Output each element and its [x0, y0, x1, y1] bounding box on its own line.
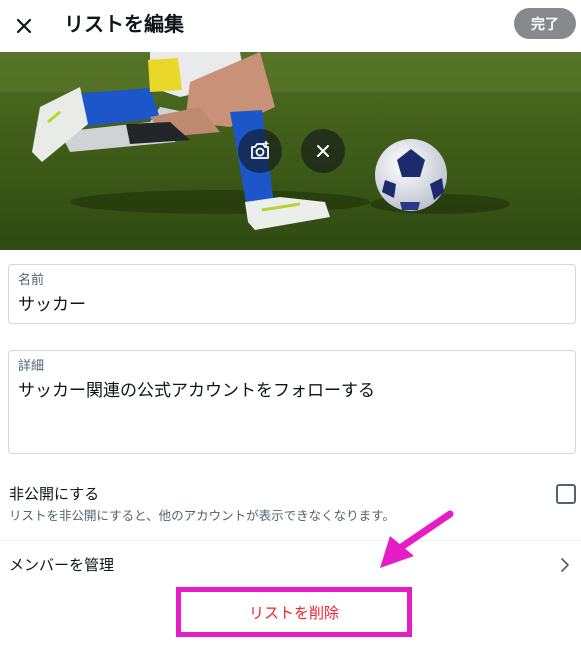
name-field[interactable]: 名前 サッカー: [8, 264, 576, 324]
private-title: 非公開にする: [9, 485, 100, 503]
chevron-right-icon: [561, 558, 569, 572]
done-button[interactable]: 完了: [514, 8, 576, 39]
pointer-arrow-icon: [380, 510, 454, 568]
name-label: 名前: [18, 273, 45, 288]
name-input[interactable]: サッカー: [18, 294, 86, 316]
remove-photo-button[interactable]: [301, 129, 345, 173]
header-bar: リストを編集 完了: [0, 0, 581, 52]
description-input[interactable]: サッカー関連の公式アカウントをフォローする: [18, 380, 375, 402]
close-icon: [16, 18, 32, 34]
add-photo-button[interactable]: [238, 129, 282, 173]
delete-list-button[interactable]: リストを削除: [176, 587, 412, 637]
description-field[interactable]: 詳細 サッカー関連の公式アカウントをフォローする: [8, 350, 576, 454]
manage-members-row[interactable]: メンバーを管理: [0, 541, 581, 589]
close-button[interactable]: [6, 8, 42, 44]
banner-image: [0, 52, 581, 250]
add-photo-icon: [251, 141, 269, 159]
private-checkbox[interactable]: [556, 484, 576, 504]
close-icon: [317, 145, 329, 157]
private-description: リストを非公開にすると、他のアカウントが表示できなくなります。: [9, 508, 395, 523]
manage-members-label: メンバーを管理: [9, 556, 115, 574]
description-label: 詳細: [18, 359, 45, 374]
page-title: リストを編集: [64, 12, 184, 36]
soccer-photo: [0, 52, 581, 250]
